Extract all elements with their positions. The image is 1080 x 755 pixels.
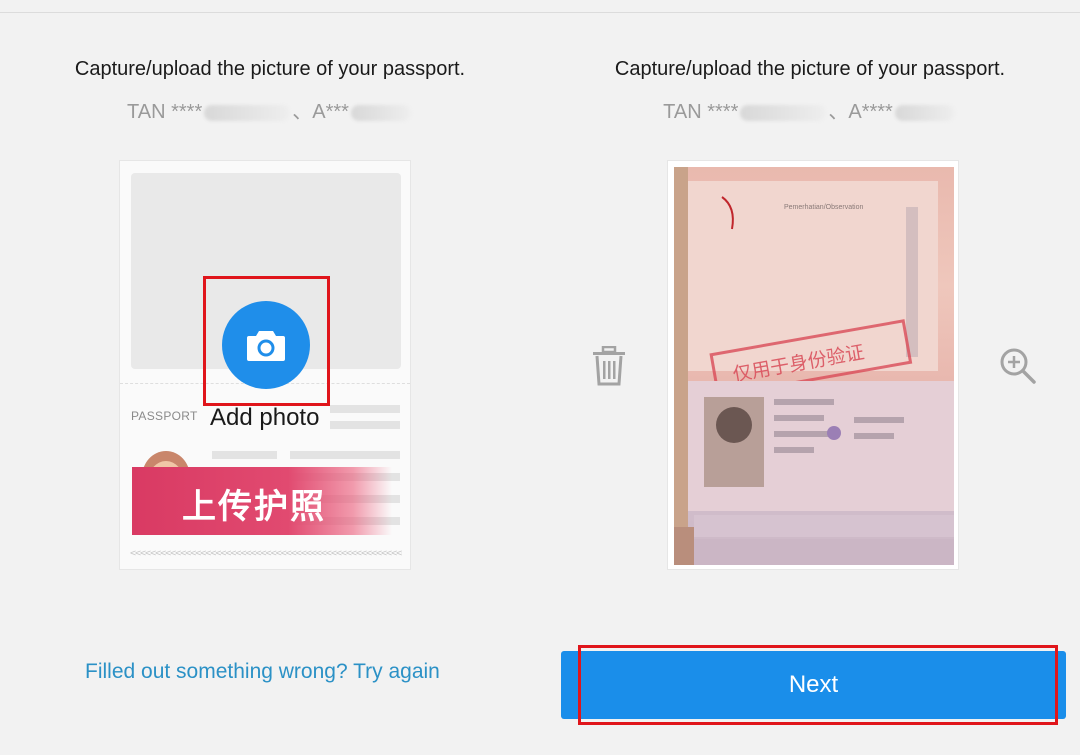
highlight-box-add-photo <box>203 276 330 406</box>
trash-icon <box>593 345 625 386</box>
masked-name: TAN **** 、A*** <box>0 95 540 124</box>
passport-preview[interactable]: Pemerhatian/Observation 仅用于身份验证 <box>667 160 959 570</box>
instruction-title: Capture/upload the picture of your passp… <box>74 58 466 80</box>
name-separator: 、A**** <box>828 101 893 123</box>
passport-label: PASSPORT <box>131 409 198 423</box>
name-separator: 、A*** <box>292 101 349 123</box>
preview-panel: Capture/upload the picture of your passp… <box>540 0 1080 755</box>
masked-name: TAN **** 、A**** <box>540 95 1080 124</box>
highlight-box-next <box>578 645 1058 725</box>
instruction-title: Capture/upload the picture of your passp… <box>614 58 1006 80</box>
delete-photo-button[interactable] <box>590 345 628 386</box>
upload-panel: Capture/upload the picture of your passp… <box>0 0 540 755</box>
name-prefix: TAN **** <box>127 101 203 123</box>
upload-passport-watermark: 上传护照 <box>182 487 326 527</box>
zoom-in-icon <box>1000 348 1036 384</box>
zoom-in-button[interactable] <box>998 346 1038 386</box>
add-photo-label[interactable]: Add photo <box>210 404 319 432</box>
mrz-line: <<<<<<<<<<<<<<<<<<<<<<<<<<<<<<<<<<<<<<<<… <box>130 548 402 559</box>
observation-page-heading: Pemerhatian/Observation <box>784 204 863 211</box>
name-prefix: TAN **** <box>663 101 739 123</box>
passport-photo: Pemerhatian/Observation 仅用于身份验证 <box>674 167 954 565</box>
try-again-link[interactable]: Filled out something wrong? Try again <box>85 660 440 684</box>
